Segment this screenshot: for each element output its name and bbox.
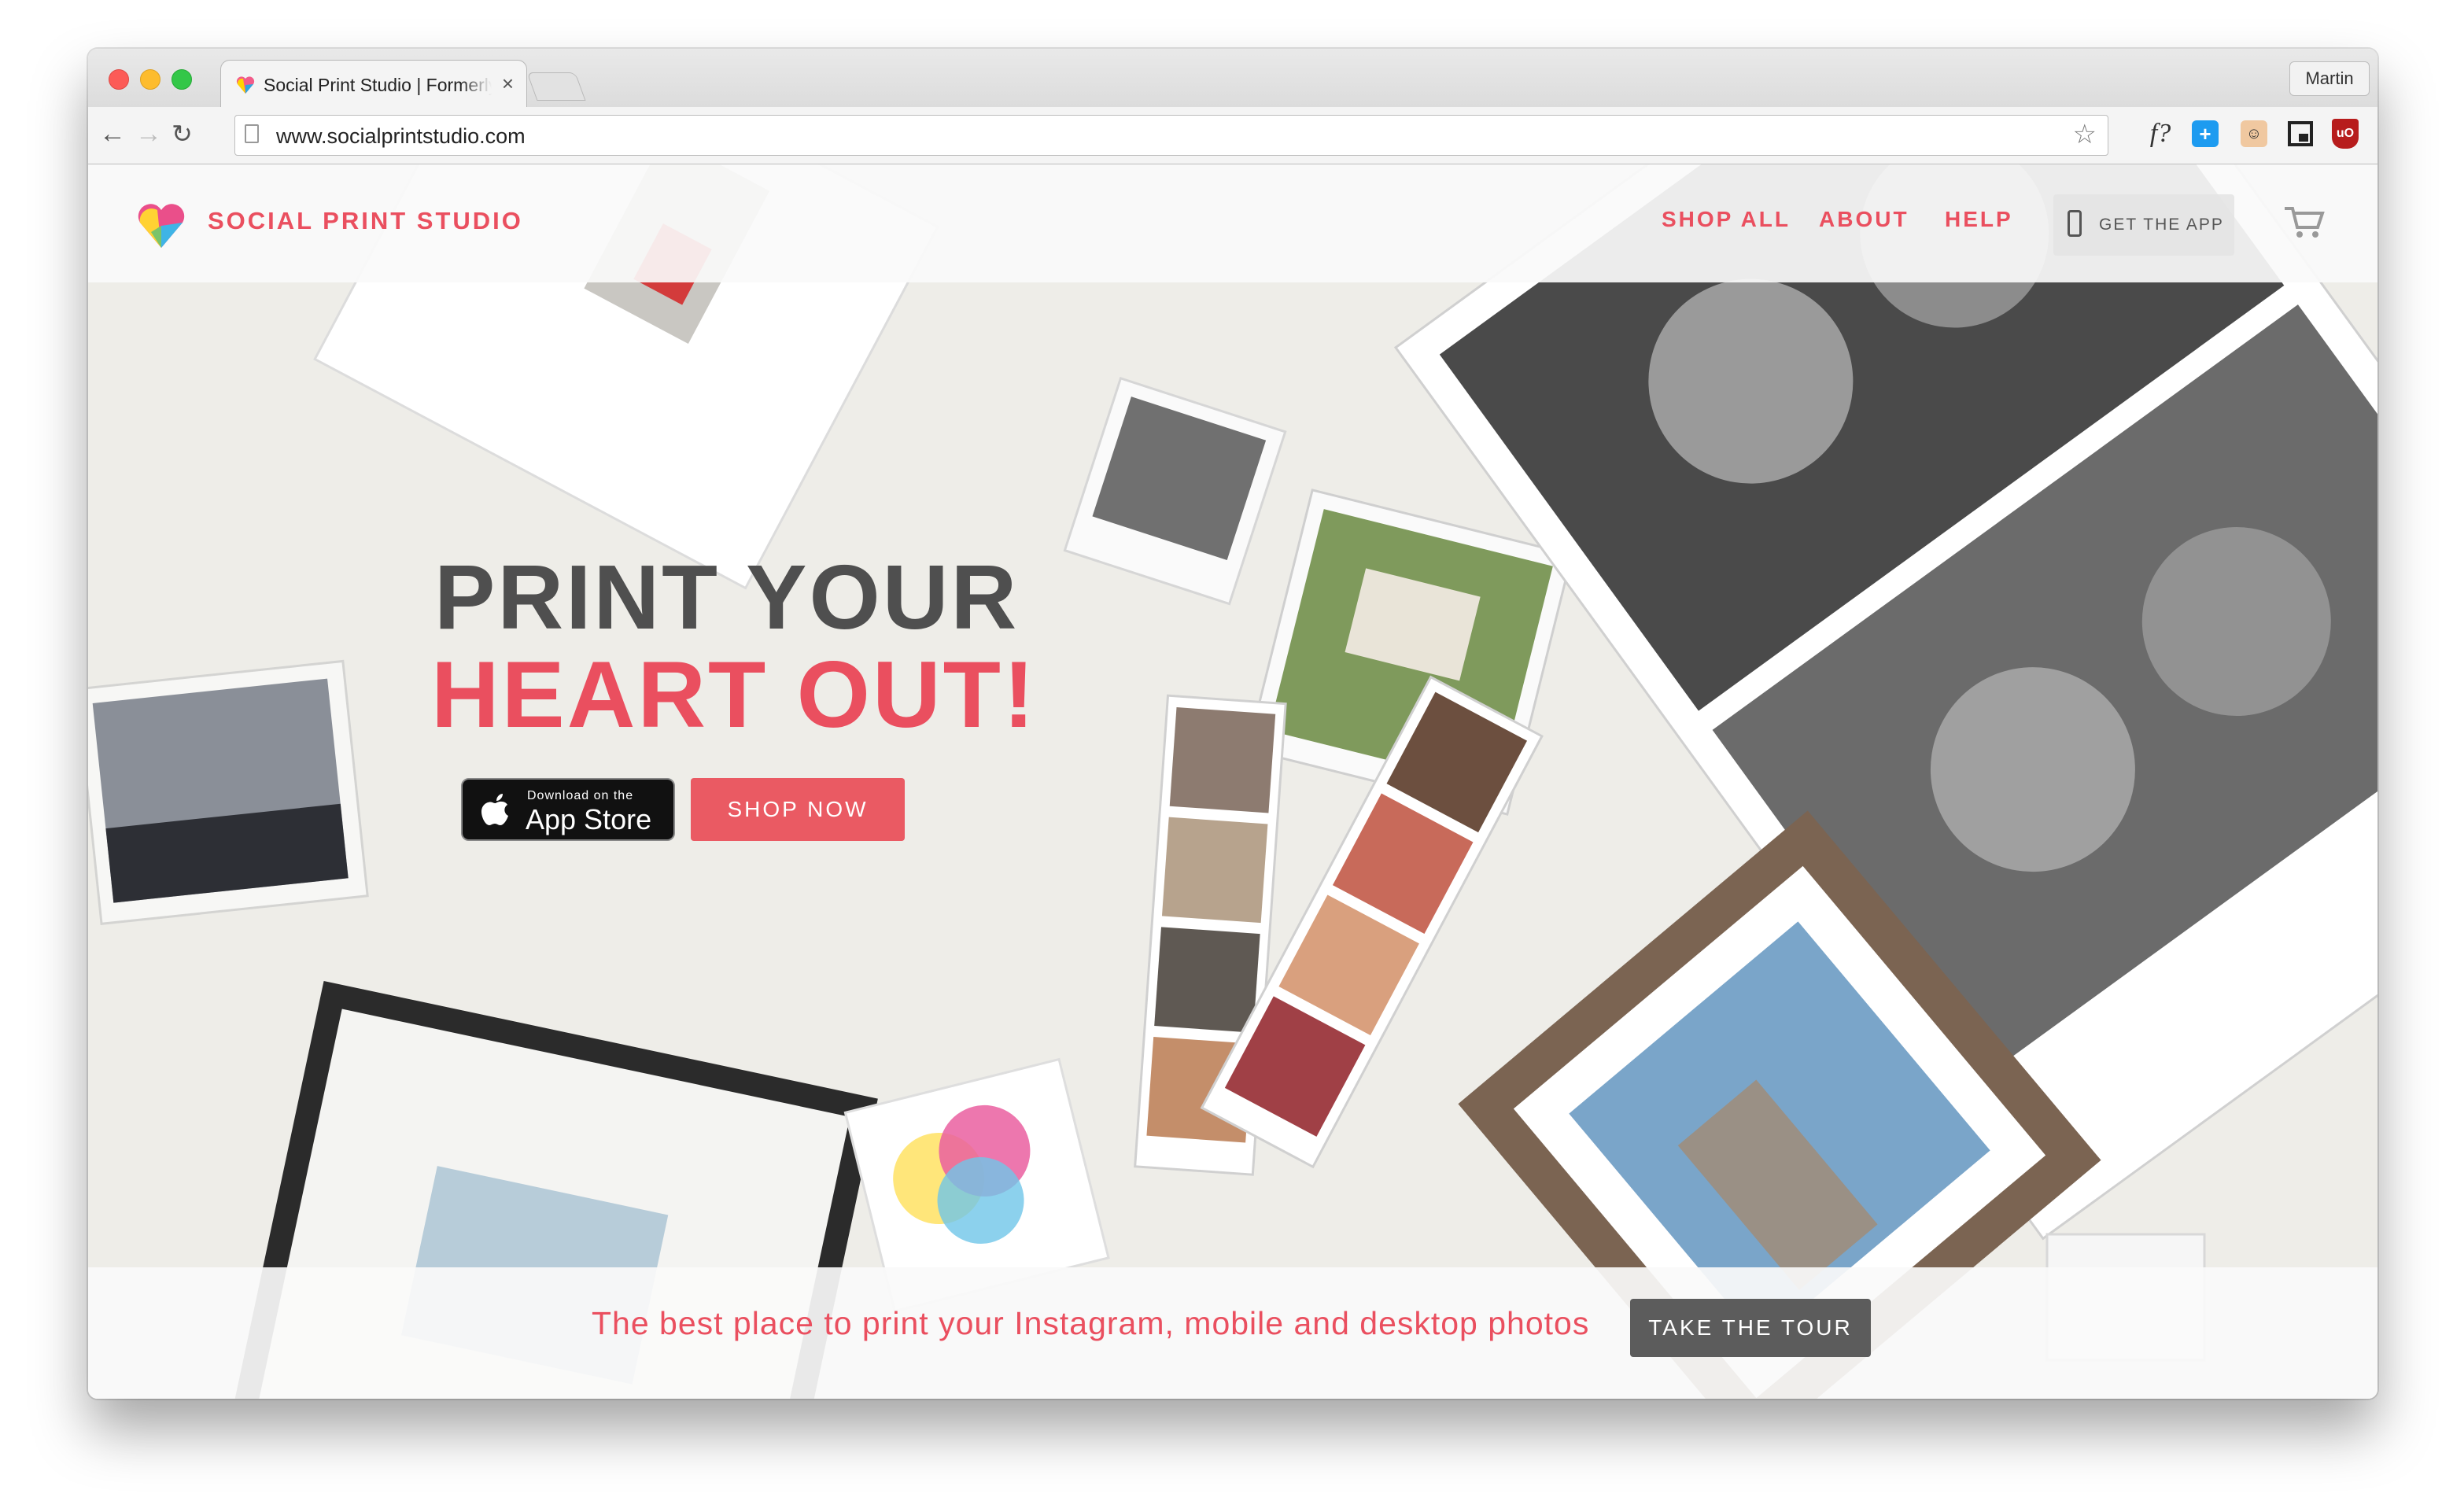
hero-title-line2: HEART OUT! (431, 642, 1037, 747)
hero-title-line1: PRINT YOUR (434, 546, 1020, 648)
site-header: SOCIAL PRINT STUDIO SHOP ALL ABOUT HELP … (88, 164, 2377, 282)
cart-icon[interactable] (2283, 204, 2326, 240)
nav-help[interactable]: HELP (1945, 207, 2013, 232)
tab-title: Social Print Studio | Formerly Printstag… (264, 75, 492, 96)
app-store-big-text: App Store (526, 803, 652, 835)
forward-icon[interactable]: → (135, 118, 162, 149)
brand-name[interactable]: SOCIAL PRINT STUDIO (208, 207, 523, 235)
webpage: SOCIAL PRINT STUDIO SHOP ALL ABOUT HELP … (88, 164, 2377, 1399)
nav-about[interactable]: ABOUT (1819, 207, 1909, 232)
window-minimize-button[interactable] (140, 69, 160, 90)
url-text[interactable]: www.socialprintstudio.com (276, 124, 526, 149)
tab-close-icon[interactable]: × (502, 72, 514, 96)
browser-window: Social Print Studio | Formerly Printstag… (88, 49, 2377, 1399)
get-the-app-button[interactable]: GET THE APP (2053, 194, 2234, 256)
back-icon[interactable]: ← (99, 118, 126, 149)
take-the-tour-button[interactable]: TAKE THE TOUR (1630, 1299, 1871, 1357)
tab-strip: Social Print Studio | Formerly Printstag… (88, 49, 2377, 109)
app-store-small-text: Download on the (527, 789, 634, 802)
bookmark-star-icon[interactable]: ☆ (2073, 119, 2097, 150)
profile-button[interactable]: Martin (2289, 61, 2370, 96)
extension-face-icon[interactable]: ☺ (2241, 120, 2267, 147)
ublock-icon[interactable]: uO (2332, 119, 2359, 149)
browser-toolbar: ← → ↻ www.socialprintstudio.com ☆ f? + ☺… (88, 107, 2377, 164)
page-icon (245, 124, 259, 143)
tagline-bar: The best place to print your Instagram, … (88, 1267, 2377, 1399)
window-close-button[interactable] (109, 69, 129, 90)
tab-social-print-studio[interactable]: Social Print Studio | Formerly Printstag… (220, 60, 527, 109)
nav-shop-all[interactable]: SHOP ALL (1662, 207, 1791, 232)
extension-f-icon[interactable]: f? (2145, 118, 2176, 149)
hero-background-image (88, 164, 2377, 1399)
apple-icon (481, 794, 508, 825)
extension-window-icon[interactable] (2288, 121, 2313, 146)
phone-icon (2068, 210, 2082, 237)
logo-heart-icon[interactable] (135, 199, 187, 251)
address-bar[interactable]: www.socialprintstudio.com ☆ (234, 115, 2108, 156)
new-tab-button[interactable] (526, 72, 586, 101)
extension-plus-icon[interactable]: + (2192, 120, 2219, 147)
get-the-app-label: GET THE APP (2099, 216, 2224, 234)
tagline-text: The best place to print your Instagram, … (592, 1305, 1590, 1341)
window-zoom-button[interactable] (172, 69, 192, 90)
app-store-badge[interactable]: Download on the App Store (461, 778, 675, 841)
favicon-icon (236, 76, 255, 94)
shop-now-button[interactable]: SHOP NOW (691, 778, 905, 841)
reload-icon[interactable]: ↻ (172, 118, 193, 149)
